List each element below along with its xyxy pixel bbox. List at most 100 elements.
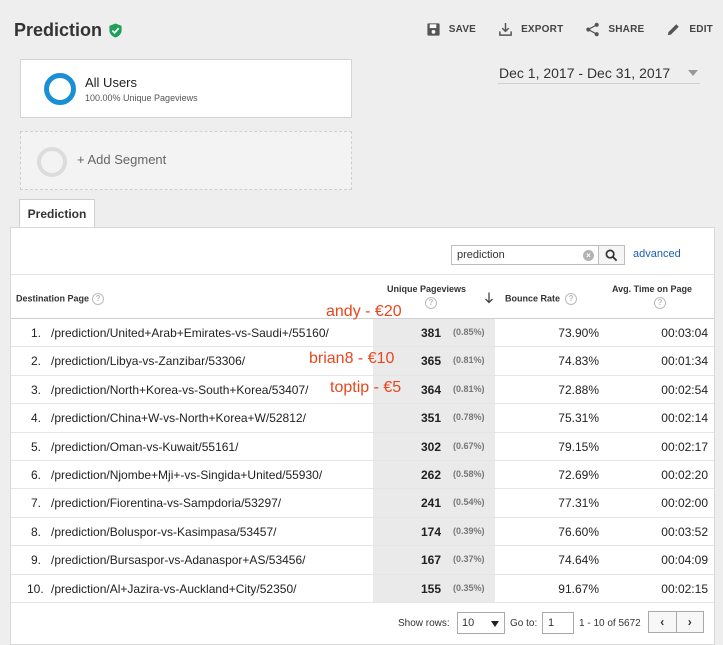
share-icon (586, 22, 600, 37)
rows-per-page-value: 10 (462, 617, 475, 629)
report-header: Prediction SAVE EXPORT SHARE EDIT (0, 0, 723, 52)
help-icon[interactable]: ? (92, 293, 105, 305)
tab-prediction[interactable]: Prediction (19, 199, 95, 228)
magnifier-icon (605, 249, 618, 261)
chevron-down-icon (688, 69, 698, 76)
segment-all-users[interactable]: All Users 100.00% Unique Pageviews (20, 59, 352, 118)
page-title: Prediction (14, 20, 123, 41)
help-icon[interactable]: ? (654, 297, 666, 309)
bounce-rate-value: 74.83% (558, 354, 599, 369)
pager: ‹ › (648, 611, 704, 633)
share-button[interactable]: SHARE (585, 22, 644, 37)
show-rows-label: Show rows: (398, 618, 450, 629)
export-button[interactable]: EXPORT (498, 22, 563, 37)
page-range: 1 - 10 of 5672 (579, 618, 641, 629)
download-icon (499, 22, 512, 36)
table-row: 5. /prediction/Oman-vs-Kuwait/55161/302 (0… (11, 432, 714, 461)
row-number: 9. (30, 553, 41, 568)
add-segment-label: + Add Segment (77, 152, 167, 167)
unique-pageviews-value: 262 (420, 467, 441, 482)
unique-pageviews-value: 302 (420, 439, 441, 454)
date-range-text: Dec 1, 2017 - Dec 31, 2017 (499, 64, 671, 81)
avg-time-value: 00:02:14 (661, 411, 708, 426)
edit-button[interactable]: EDIT (666, 22, 713, 37)
segment-ring-icon (44, 73, 76, 105)
column-destination-page[interactable]: Destination Page? (16, 293, 105, 305)
avg-time-value: 00:01:34 (661, 354, 708, 369)
destination-page-link[interactable]: /prediction/Boluspor-vs-Kasimpasa/53457/ (51, 525, 276, 539)
advanced-filter-link[interactable]: advanced (633, 248, 681, 260)
destination-page-link[interactable]: /prediction/Al+Jazira-vs-Auckland+City/5… (51, 582, 296, 596)
prev-page-button[interactable]: ‹ (649, 612, 676, 632)
unique-pageviews-percent: (0.85%) (453, 327, 485, 337)
row-number: 10. (27, 581, 44, 596)
toolbar: SAVE EXPORT SHARE EDIT (426, 22, 713, 37)
destination-page-link[interactable]: /prediction/Libya-vs-Zanzibar/53306/ (51, 354, 245, 368)
column-unique-pageviews[interactable]: Unique Pageviews (387, 284, 466, 294)
destination-page-link[interactable]: /prediction/North+Korea-vs-South+Korea/5… (51, 383, 309, 397)
help-icon[interactable]: ? (425, 297, 437, 309)
export-label: EXPORT (521, 24, 564, 35)
table-filter: × (451, 245, 625, 265)
destination-page-link[interactable]: /prediction/Fiorentina-vs-Sampdoria/5329… (51, 496, 281, 510)
unique-pageviews-percent: (0.67%) (453, 440, 485, 451)
unique-pageviews-value: 381 (420, 326, 441, 340)
bounce-rate-value: 72.69% (558, 467, 599, 482)
table-row: 6. /prediction/Njombe+Mji+-vs-Singida+Uni… (11, 460, 714, 490)
search-input[interactable] (452, 246, 598, 264)
bounce-rate-value: 72.88% (558, 382, 599, 397)
column-bounce-rate[interactable]: Bounce Rate? (505, 293, 578, 305)
avg-time-value: 00:02:15 (661, 581, 708, 596)
avg-time-value: 00:03:52 (661, 524, 708, 539)
destination-page-link[interactable]: /prediction/Oman-vs-Kuwait/55161/ (51, 440, 238, 454)
row-number: 5. (30, 439, 41, 454)
goto-label: Go to: (510, 618, 538, 629)
tab-label: Prediction (27, 207, 87, 221)
arrow-down-icon[interactable] (484, 292, 494, 304)
help-icon[interactable]: ? (565, 293, 578, 305)
unique-pageviews-value: 155 (420, 581, 441, 596)
unique-pageviews-value: 167 (420, 553, 441, 568)
clear-icon[interactable]: × (583, 250, 594, 261)
bounce-rate-value: 74.64% (558, 553, 599, 568)
column-label: Destination Page (16, 293, 90, 304)
unique-pageviews-value: 241 (420, 496, 441, 511)
row-number: 7. (30, 496, 41, 511)
column-avg-time[interactable]: Avg. Time on Page (612, 284, 692, 294)
bounce-rate-value: 75.31% (558, 411, 599, 426)
annotation-text: andy - €20 (326, 303, 402, 320)
unique-pageviews-percent: (0.35%) (453, 582, 485, 593)
row-number: 4. (30, 411, 41, 426)
report-frame: Prediction SAVE EXPORT SHARE EDIT All Us… (0, 0, 723, 645)
save-label: SAVE (448, 24, 477, 35)
avg-time-value: 00:04:09 (661, 553, 708, 568)
save-button[interactable]: SAVE (426, 22, 476, 37)
column-label: Unique Pageviews (387, 284, 467, 294)
column-label: Avg. Time on Page (612, 284, 693, 294)
unique-pageviews-percent: (0.58%) (453, 468, 485, 479)
goto-input[interactable]: 1 (542, 612, 574, 634)
report-panel: × advanced Destination Page? Unique Page… (10, 227, 715, 645)
destination-page-link[interactable]: /prediction/China+W-vs-North+Korea+W/528… (51, 411, 306, 425)
avg-time-value: 00:02:17 (661, 439, 708, 454)
edit-label: EDIT (689, 24, 713, 35)
search-button[interactable] (598, 245, 625, 265)
rows-per-page-select[interactable]: 10 (457, 612, 505, 634)
destination-page-link[interactable]: /prediction/Bursaspor-vs-Adanaspor+AS/53… (51, 553, 305, 567)
table-row: 1. /prediction/United+Arab+Emirates-vs-Sa… (11, 319, 714, 348)
unique-pageviews-percent: (0.54%) (453, 497, 485, 508)
destination-page-link[interactable]: /prediction/United+Arab+Emirates-vs-Saud… (51, 326, 329, 340)
pencil-icon (668, 24, 680, 36)
empty-ring-icon (37, 147, 67, 177)
next-page-button[interactable]: › (675, 612, 704, 632)
floppy-icon (427, 23, 440, 36)
annotation-text: brian8 - €10 (309, 350, 395, 367)
chevron-down-icon (491, 621, 499, 627)
destination-page-link[interactable]: /prediction/Njombe+Mji+-vs-Singida+Unite… (51, 468, 322, 482)
date-range-picker[interactable]: Dec 1, 2017 - Dec 31, 2017 (498, 62, 700, 84)
check-shield-icon (109, 23, 122, 38)
annotation-text: toptip - €5 (330, 379, 402, 396)
add-segment-button[interactable]: + Add Segment (20, 131, 352, 190)
bounce-rate-value: 79.15% (558, 439, 599, 454)
segment-subtitle: 100.00% Unique Pageviews (85, 93, 198, 103)
